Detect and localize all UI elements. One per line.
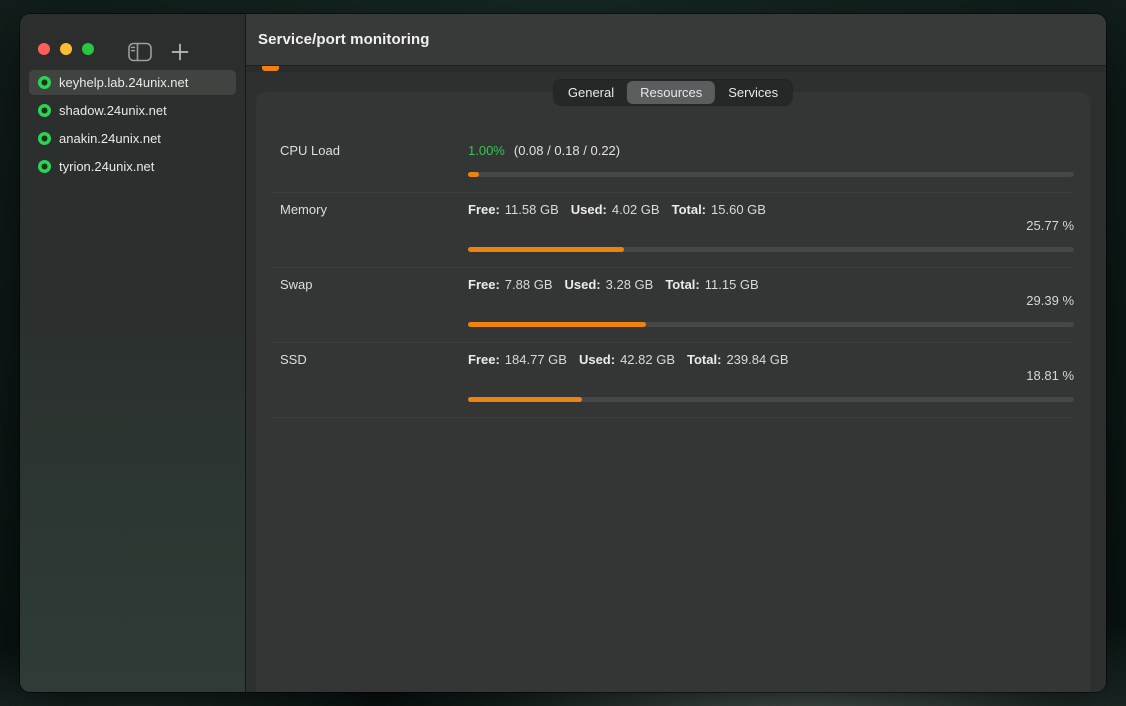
resource-name-label: Memory (280, 202, 327, 217)
tab-resources[interactable]: Resources (627, 81, 715, 104)
used-value: 42.82 GB (620, 352, 675, 367)
usage-percent-label: 29.39 % (1026, 293, 1074, 308)
resources-groupbox: GeneralResourcesServices CPU Load1.00%(0… (256, 92, 1090, 692)
used-value: 4.02 GB (612, 202, 660, 217)
total-value: 239.84 GB (726, 352, 788, 367)
sidebar-item-server[interactable]: shadow.24unix.net (29, 98, 236, 123)
app-window: keyhelp.lab.24unix.net shadow.24unix.net a… (20, 14, 1106, 692)
status-online-icon (38, 160, 51, 173)
tab-bar: GeneralResourcesServices (554, 80, 792, 105)
free-value: 184.77 GB (505, 352, 567, 367)
content-area: GeneralResourcesServices CPU Load 1.00% (0… (246, 72, 1106, 692)
resource-value-line: Free: 7.88 GB Used: 3.28 GB Total: 11.15 GB (468, 277, 759, 292)
used-field-label: Used: (565, 277, 601, 292)
refresh-progress-fragment (262, 66, 279, 71)
window-controls (38, 43, 94, 55)
used-field-label: Used: (579, 352, 615, 367)
cpu-load-percent-value: 1.00% (468, 143, 505, 158)
desktop-wallpaper: keyhelp.lab.24unix.net shadow.24unix.net a… (0, 0, 1126, 706)
resource-rows: CPU Load 1.00% (0.08 / 0.18 / 0.22) Memory F… (256, 140, 1090, 418)
total-field-label: Total: (687, 352, 721, 367)
status-online-icon (38, 104, 51, 117)
free-field-label: Free: (468, 352, 500, 367)
progress-bar-track (468, 247, 1074, 252)
resource-name-label: SSD (280, 352, 307, 367)
resource-value-line: 1.00% (0.08 / 0.18 / 0.22) (468, 143, 620, 158)
progress-bar-fill (468, 172, 479, 177)
total-value: 15.60 GB (711, 202, 766, 217)
total-field-label: Total: (672, 202, 706, 217)
used-value: 3.28 GB (606, 277, 654, 292)
status-online-icon (38, 76, 51, 89)
server-name-label: shadow.24unix.net (59, 103, 167, 118)
tab-general[interactable]: General (555, 81, 627, 104)
progress-bar-track (468, 322, 1074, 327)
progress-bar-track (468, 397, 1074, 402)
toggle-sidebar-button[interactable] (127, 41, 153, 63)
plus-icon (171, 43, 189, 61)
progress-bar-fill (468, 322, 646, 327)
resource-name-label: Swap (280, 277, 313, 292)
main-panel: Service/port monitoring GeneralResources… (246, 14, 1106, 692)
zoom-window-button[interactable] (82, 43, 94, 55)
resource-row: CPU Load 1.00% (0.08 / 0.18 / 0.22) (270, 140, 1074, 193)
status-online-icon (38, 132, 51, 145)
total-field-label: Total: (665, 277, 699, 292)
resource-row: Swap Free: 7.88 GB Used: 3.28 GB Total: 11.15 … (270, 268, 1074, 343)
server-name-label: keyhelp.lab.24unix.net (59, 75, 188, 90)
free-value: 11.58 GB (505, 202, 559, 217)
cpu-load-averages: (0.08 / 0.18 / 0.22) (514, 143, 620, 158)
total-value: 11.15 GB (705, 277, 759, 292)
sidebar-item-server[interactable]: tyrion.24unix.net (29, 154, 236, 179)
resource-row: Memory Free: 11.58 GB Used: 4.02 GB Total: 15.… (270, 193, 1074, 268)
resource-value-line: Free: 11.58 GB Used: 4.02 GB Total: 15.60 GB (468, 202, 766, 217)
close-window-button[interactable] (38, 43, 50, 55)
progress-bar-track (468, 172, 1074, 177)
usage-percent-label: 25.77 % (1026, 218, 1074, 233)
used-field-label: Used: (571, 202, 607, 217)
tab-services[interactable]: Services (715, 81, 791, 104)
sidebar-item-server[interactable]: keyhelp.lab.24unix.net (29, 70, 236, 95)
free-field-label: Free: (468, 277, 500, 292)
free-value: 7.88 GB (505, 277, 553, 292)
progress-bar-fill (468, 247, 624, 252)
resource-row: SSD Free: 184.77 GB Used: 42.82 GB Total: 239.… (270, 343, 1074, 418)
add-server-button[interactable] (167, 41, 193, 63)
server-name-label: anakin.24unix.net (59, 131, 161, 146)
page-title: Service/port monitoring (258, 31, 430, 48)
resource-value-line: Free: 184.77 GB Used: 42.82 GB Total: 239.84 … (468, 352, 789, 367)
server-list: keyhelp.lab.24unix.net shadow.24unix.net a… (20, 70, 245, 179)
usage-percent-label: 18.81 % (1026, 368, 1074, 383)
sidebar-icon (128, 42, 152, 62)
sidebar: keyhelp.lab.24unix.net shadow.24unix.net a… (20, 14, 245, 692)
resource-name-label: CPU Load (280, 143, 340, 158)
minimize-window-button[interactable] (60, 43, 72, 55)
progress-bar-fill (468, 397, 582, 402)
sidebar-item-server[interactable]: anakin.24unix.net (29, 126, 236, 151)
server-name-label: tyrion.24unix.net (59, 159, 154, 174)
free-field-label: Free: (468, 202, 500, 217)
title-bar: Service/port monitoring (246, 14, 1106, 66)
